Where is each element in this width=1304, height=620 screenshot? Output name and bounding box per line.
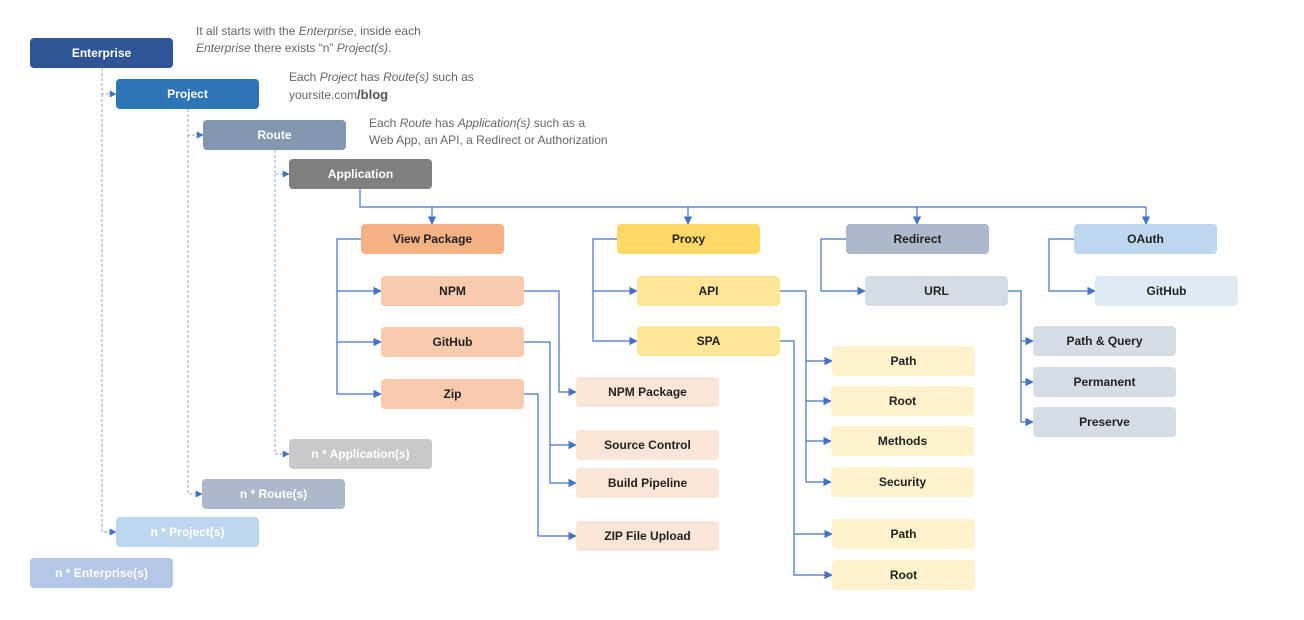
node-label: Permanent bbox=[1073, 375, 1136, 389]
node-n-enterprises[interactable]: n * Enterprise(s) bbox=[30, 558, 173, 588]
node-label: SPA bbox=[696, 334, 721, 348]
node-url[interactable]: URL bbox=[865, 276, 1008, 306]
node-npm[interactable]: NPM bbox=[381, 276, 524, 306]
node-spa[interactable]: SPA bbox=[637, 326, 780, 356]
node-source-control[interactable]: Source Control bbox=[576, 430, 719, 460]
note-emphasis: Project(s) bbox=[336, 41, 389, 55]
node-oauth[interactable]: OAuth bbox=[1074, 224, 1217, 254]
note-emphasis: Enterprise bbox=[196, 41, 251, 55]
node-label: n * Application(s) bbox=[311, 447, 410, 461]
node-application[interactable]: Application bbox=[289, 159, 432, 189]
node-api[interactable]: API bbox=[637, 276, 780, 306]
enterprise-note: It all starts with the Enterprise, insid… bbox=[196, 23, 421, 57]
node-zip-file-upload[interactable]: ZIP File Upload bbox=[576, 521, 719, 551]
connector-project-route bbox=[187, 109, 204, 139]
connector-api-security bbox=[780, 290, 832, 487]
node-label: Zip bbox=[443, 387, 462, 401]
node-label: Path bbox=[890, 354, 917, 368]
note-text: Each bbox=[289, 70, 320, 84]
connector-project-n-routes bbox=[187, 135, 203, 498]
note-text: such as bbox=[429, 70, 474, 84]
route-note: Each Route has Application(s) such as a … bbox=[369, 115, 608, 149]
node-n-projects[interactable]: n * Project(s) bbox=[116, 517, 259, 547]
node-n-routes[interactable]: n * Route(s) bbox=[202, 479, 345, 509]
note-text: has bbox=[357, 70, 384, 84]
node-label: URL bbox=[924, 284, 949, 298]
note-bold: /blog bbox=[357, 87, 389, 102]
node-redirect[interactable]: Redirect bbox=[846, 224, 989, 254]
note-emphasis: Enterprise bbox=[298, 24, 354, 38]
note-emphasis: Route(s) bbox=[383, 70, 430, 84]
node-label: Enterprise bbox=[71, 46, 132, 60]
node-project[interactable]: Project bbox=[116, 79, 259, 109]
node-label: Build Pipeline bbox=[607, 476, 688, 490]
node-github-source[interactable]: GitHub bbox=[381, 327, 524, 357]
connector-route-application bbox=[274, 150, 290, 178]
node-spa-root[interactable]: Root bbox=[832, 560, 975, 590]
node-github-oauth[interactable]: GitHub bbox=[1095, 276, 1238, 306]
connector-enterprise-project bbox=[101, 68, 117, 98]
node-label: OAuth bbox=[1127, 232, 1164, 246]
note-text: there exists “n” bbox=[250, 41, 337, 55]
node-view-package[interactable]: View Package bbox=[361, 224, 504, 254]
node-label: View Package bbox=[392, 232, 473, 246]
connector-route-n-applications bbox=[274, 174, 290, 458]
note-emphasis: Route bbox=[399, 116, 432, 130]
node-proxy[interactable]: Proxy bbox=[617, 224, 760, 254]
note-text: yoursite.com bbox=[289, 88, 358, 102]
note-text: such as a bbox=[530, 116, 586, 130]
connector-proxy-spa bbox=[592, 238, 638, 346]
node-n-applications[interactable]: n * Application(s) bbox=[289, 439, 432, 469]
project-note: Each Project has Route(s) such as yoursi… bbox=[289, 69, 474, 104]
node-label: Redirect bbox=[893, 232, 942, 246]
node-spa-path[interactable]: Path bbox=[832, 519, 975, 549]
node-label: Path bbox=[890, 527, 917, 541]
node-label: NPM Package bbox=[608, 385, 687, 399]
node-api-security[interactable]: Security bbox=[831, 467, 974, 497]
node-label: Security bbox=[878, 475, 927, 489]
node-label: Route bbox=[257, 128, 292, 142]
node-api-methods[interactable]: Methods bbox=[831, 426, 974, 456]
connector-enterprise-n-projects bbox=[101, 94, 117, 536]
node-label: Root bbox=[888, 394, 917, 408]
note-text: It all starts with the bbox=[196, 24, 299, 38]
node-label: NPM bbox=[439, 284, 466, 298]
node-label: Root bbox=[889, 568, 918, 582]
node-permanent[interactable]: Permanent bbox=[1033, 367, 1176, 397]
connector-application-bus bbox=[359, 189, 1146, 208]
node-path-and-query[interactable]: Path & Query bbox=[1033, 326, 1176, 356]
node-route[interactable]: Route bbox=[203, 120, 346, 150]
note-text: Each bbox=[369, 116, 400, 130]
node-api-path[interactable]: Path bbox=[832, 346, 975, 376]
node-label: Methods bbox=[877, 434, 928, 448]
node-label: Project bbox=[167, 87, 208, 101]
node-label: GitHub bbox=[432, 335, 473, 349]
node-preserve[interactable]: Preserve bbox=[1033, 407, 1176, 437]
note-text: has bbox=[431, 116, 458, 130]
node-label: Source Control bbox=[604, 438, 691, 452]
node-label: GitHub bbox=[1146, 284, 1187, 298]
node-api-root[interactable]: Root bbox=[831, 386, 974, 416]
node-label: n * Route(s) bbox=[239, 487, 308, 501]
node-build-pipeline[interactable]: Build Pipeline bbox=[576, 468, 719, 498]
connector-vp-zip bbox=[336, 238, 382, 399]
node-label: n * Enterprise(s) bbox=[55, 566, 148, 580]
node-label: Application bbox=[327, 167, 394, 181]
note-text: Web App, an API, a Redirect or Authoriza… bbox=[369, 133, 608, 147]
node-label: Proxy bbox=[671, 232, 706, 246]
node-enterprise[interactable]: Enterprise bbox=[30, 38, 173, 68]
connector-github-build-pipeline bbox=[524, 341, 577, 488]
node-label: Path & Query bbox=[1066, 334, 1143, 348]
node-label: API bbox=[698, 284, 719, 298]
note-text: , inside each bbox=[353, 24, 421, 38]
note-text: . bbox=[388, 41, 392, 55]
note-emphasis: Application(s) bbox=[457, 116, 531, 130]
node-label: ZIP File Upload bbox=[604, 529, 691, 543]
connector-url-preserve bbox=[1008, 290, 1034, 427]
node-label: Preserve bbox=[1079, 415, 1130, 429]
node-label: n * Project(s) bbox=[150, 525, 225, 539]
node-zip[interactable]: Zip bbox=[381, 379, 524, 409]
node-npm-package[interactable]: NPM Package bbox=[576, 377, 719, 407]
note-emphasis: Project bbox=[319, 70, 358, 84]
